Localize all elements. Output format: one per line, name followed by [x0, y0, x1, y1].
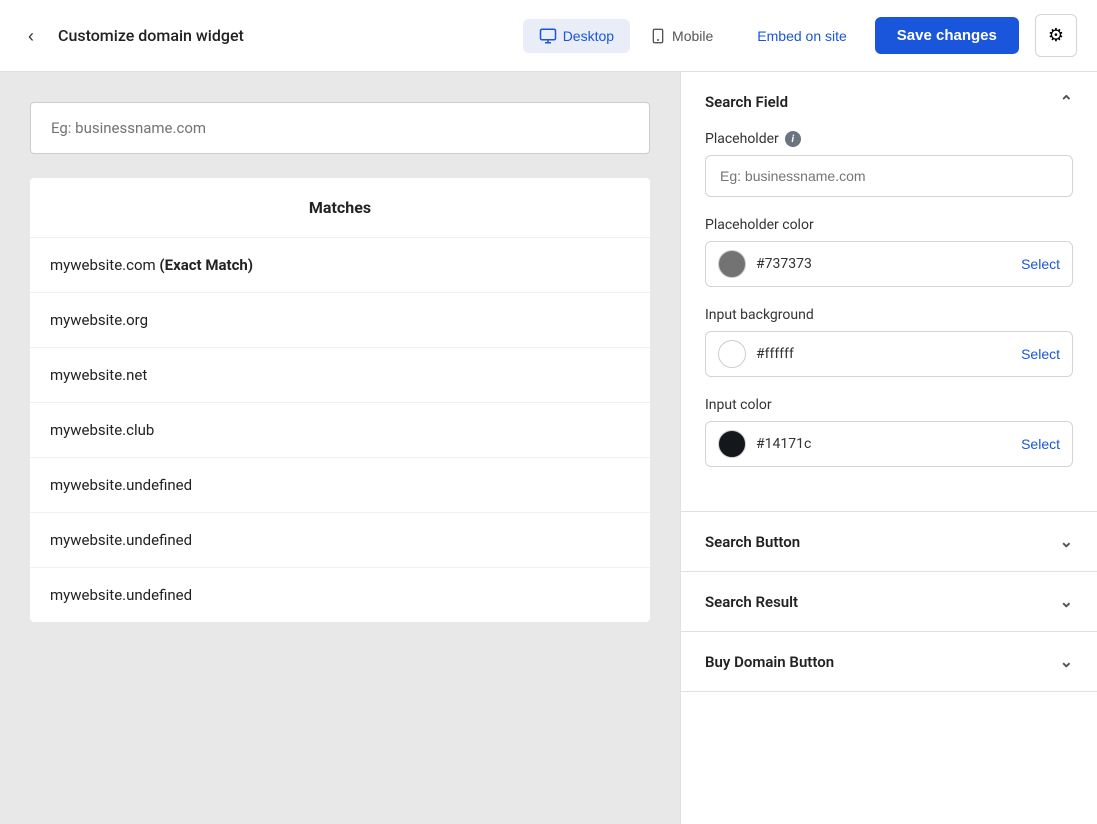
buy-domain-section: Buy Domain Button ⌄ — [681, 632, 1097, 692]
input-color-row: #14171c Select — [705, 421, 1073, 467]
placeholder-color-select[interactable]: Select — [1021, 256, 1060, 272]
settings-gear-button[interactable]: ⚙ — [1035, 14, 1077, 57]
list-item: mywebsite.net — [30, 348, 650, 403]
placeholder-label: Placeholder i — [705, 131, 1073, 147]
desktop-icon — [539, 27, 557, 45]
search-button-label: Search Button — [705, 533, 800, 551]
save-button[interactable]: Save changes — [875, 17, 1019, 54]
input-color-value: #14171c — [756, 436, 1021, 452]
matches-title: Matches — [30, 178, 650, 238]
placeholder-color-row: #737373 Select — [705, 241, 1073, 287]
matches-section: Matches mywebsite.com (Exact Match)myweb… — [30, 178, 650, 622]
desktop-toggle[interactable]: Desktop — [523, 19, 630, 53]
search-field-section: Search Field ⌃ Placeholder i Placeholder… — [681, 72, 1097, 512]
placeholder-color-value: #737373 — [756, 256, 1021, 272]
app-header: ‹ Customize domain widget Desktop Mobile… — [0, 0, 1097, 72]
input-bg-value: #ffffff — [756, 346, 1021, 362]
buy-domain-label: Buy Domain Button — [705, 653, 834, 671]
search-field-body: Placeholder i Placeholder color #737373 … — [681, 131, 1097, 511]
list-item: mywebsite.undefined — [30, 568, 650, 622]
input-bg-swatch — [718, 340, 746, 368]
list-item: mywebsite.undefined — [30, 513, 650, 568]
input-color-select[interactable]: Select — [1021, 436, 1060, 452]
search-field-label: Search Field — [705, 93, 788, 111]
search-input-preview: Eg: businessname.com — [30, 102, 650, 154]
list-item: mywebsite.club — [30, 403, 650, 458]
settings-panel: Search Field ⌃ Placeholder i Placeholder… — [680, 72, 1097, 824]
input-bg-select[interactable]: Select — [1021, 346, 1060, 362]
view-toggle-group: Desktop Mobile — [523, 19, 730, 53]
back-button[interactable]: ‹ — [20, 19, 42, 53]
input-bg-row: #ffffff Select — [705, 331, 1073, 377]
info-icon[interactable]: i — [785, 131, 801, 147]
input-bg-label: Input background — [705, 307, 1073, 323]
chevron-down-icon-result: ⌄ — [1060, 592, 1073, 611]
chevron-down-icon-search: ⌄ — [1060, 532, 1073, 551]
preview-panel: Eg: businessname.com Matches mywebsite.c… — [0, 72, 680, 824]
placeholder-input[interactable] — [705, 155, 1073, 197]
mobile-icon — [650, 27, 666, 45]
search-button-header[interactable]: Search Button ⌄ — [681, 512, 1097, 571]
list-item: mywebsite.com (Exact Match) — [30, 238, 650, 293]
embed-button[interactable]: Embed on site — [745, 20, 859, 52]
search-result-label: Search Result — [705, 593, 798, 611]
search-field-header[interactable]: Search Field ⌃ — [681, 72, 1097, 131]
input-color-label: Input color — [705, 397, 1073, 413]
list-item: mywebsite.undefined — [30, 458, 650, 513]
placeholder-color-swatch — [718, 250, 746, 278]
placeholder-color-label: Placeholder color — [705, 217, 1073, 233]
mobile-toggle[interactable]: Mobile — [634, 19, 729, 53]
buy-domain-header[interactable]: Buy Domain Button ⌄ — [681, 632, 1097, 691]
domain-list: mywebsite.com (Exact Match)mywebsite.org… — [30, 238, 650, 622]
search-result-header[interactable]: Search Result ⌄ — [681, 572, 1097, 631]
chevron-up-icon: ⌃ — [1060, 92, 1073, 111]
search-result-section: Search Result ⌄ — [681, 572, 1097, 632]
list-item: mywebsite.org — [30, 293, 650, 348]
page-title: Customize domain widget — [58, 26, 244, 45]
input-color-swatch — [718, 430, 746, 458]
search-button-section: Search Button ⌄ — [681, 512, 1097, 572]
chevron-down-icon-buy: ⌄ — [1060, 652, 1073, 671]
main-layout: Eg: businessname.com Matches mywebsite.c… — [0, 72, 1097, 824]
gear-icon: ⚙ — [1048, 25, 1064, 46]
